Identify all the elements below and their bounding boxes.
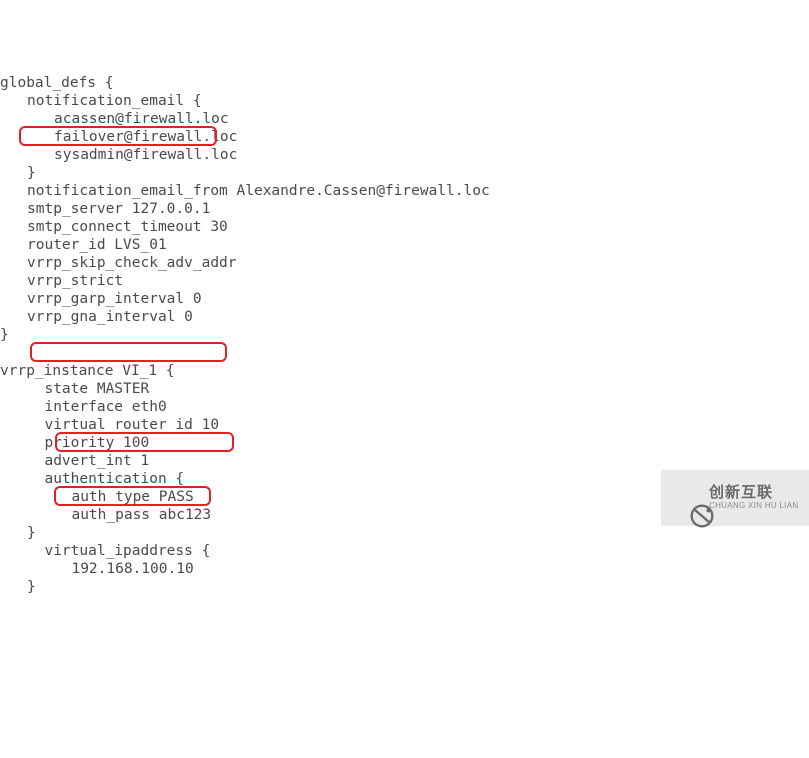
config-line: vrrp_strict: [0, 272, 809, 290]
config-line: vrrp_garp_interval 0: [0, 290, 809, 308]
config-line: global_defs {: [0, 74, 809, 92]
config-line: 192.168.100.10: [0, 560, 809, 578]
config-line: [0, 344, 809, 362]
config-line: acassen@firewall.loc: [0, 110, 809, 128]
config-line: sysadmin@firewall.loc: [0, 146, 809, 164]
config-line: advert_int 1: [0, 452, 809, 470]
config-line: router_id LVS_01: [0, 236, 809, 254]
config-line: }: [0, 164, 809, 182]
config-line: virtual_ipaddress {: [0, 542, 809, 560]
config-line: vrrp_instance VI_1 {: [0, 362, 809, 380]
config-line: smtp_server 127.0.0.1: [0, 200, 809, 218]
watermark-subtitle: CHUANG XIN HU LIAN: [709, 502, 798, 511]
config-line: virtual_router_id 10: [0, 416, 809, 434]
config-line: notification_email_from Alexandre.Cassen…: [0, 182, 809, 200]
config-line: vrrp_gna_interval 0: [0, 308, 809, 326]
config-line: vrrp_skip_check_adv_addr: [0, 254, 809, 272]
config-line: priority 100: [0, 434, 809, 452]
config-line: }: [0, 326, 809, 344]
watermark-badge: 创新互联 CHUANG XIN HU LIAN: [661, 470, 809, 526]
watermark-title: 创新互联: [709, 485, 798, 502]
config-line: state MASTER: [0, 380, 809, 398]
config-line: }: [0, 578, 809, 596]
config-line: smtp_connect_timeout 30: [0, 218, 809, 236]
config-line: interface eth0: [0, 398, 809, 416]
config-line: notification_email {: [0, 92, 809, 110]
config-line: failover@firewall.loc: [0, 128, 809, 146]
watermark-logo-icon: [671, 483, 701, 513]
